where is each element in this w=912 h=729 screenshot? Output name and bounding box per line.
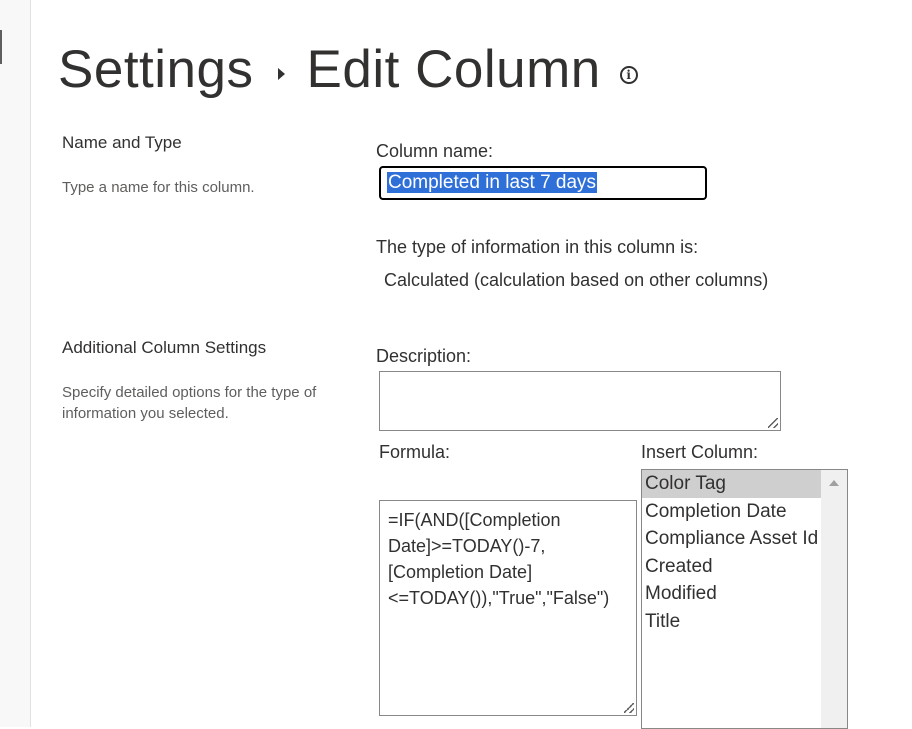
list-item-color-tag[interactable]: Color Tag [642,470,824,498]
scroll-up-arrow-icon[interactable] [829,480,839,486]
list-item-completion-date[interactable]: Completion Date [642,498,824,526]
section-title-name-and-type: Name and Type [62,133,182,152]
left-rail [0,0,31,727]
formula-value: =IF(AND([Completion Date]>=TODAY()-7, [C… [388,510,610,608]
column-type-label: The type of information in this column i… [376,237,699,257]
insert-column-listbox[interactable]: Color Tag Completion Date Compliance Ass… [641,469,848,729]
page-header: Settings Edit Column i [58,40,638,100]
section-title-additional-settings: Additional Column Settings [62,338,267,357]
resize-grip-icon[interactable] [768,418,778,428]
list-item-title[interactable]: Title [642,608,824,636]
description-label: Description: [376,346,472,366]
column-type-value: Calculated (calculation based on other c… [384,270,769,290]
listbox-scrollbar[interactable] [821,470,847,728]
formula-label: Formula: [379,442,451,462]
column-name-input[interactable]: Completed in last 7 days [379,166,707,200]
column-name-value: Completed in last 7 days [387,172,598,193]
list-item-compliance-asset-id[interactable]: Compliance Asset Id [642,525,824,553]
description-textarea[interactable] [379,371,781,431]
formula-textarea[interactable]: =IF(AND([Completion Date]>=TODAY()-7, [C… [379,500,637,716]
insert-column-label: Insert Column: [641,442,759,462]
list-item-created[interactable]: Created [642,553,824,581]
breadcrumb-settings[interactable]: Settings [58,40,254,100]
section-desc-name-and-type: Type a name for this column. [62,179,255,196]
page-title: Edit Column [306,40,601,99]
rail-indicator [0,30,2,64]
column-name-label: Column name: [376,141,494,161]
info-icon[interactable]: i [619,66,638,84]
resize-grip-icon[interactable] [624,703,634,713]
section-desc-additional-settings: Specify detailed options for the type of… [62,384,317,422]
list-item-modified[interactable]: Modified [642,580,824,608]
breadcrumb-separator-icon [277,68,285,80]
